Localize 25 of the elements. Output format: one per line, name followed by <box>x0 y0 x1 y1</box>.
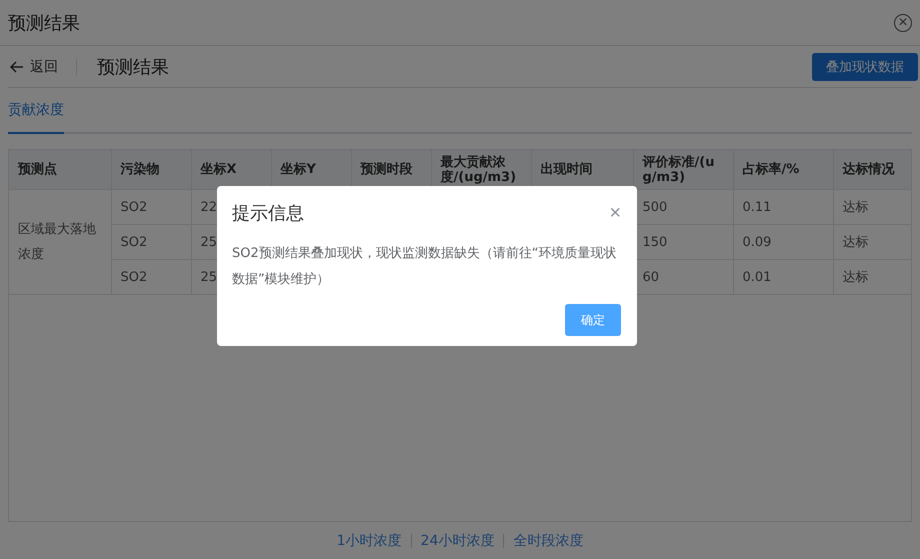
table-cell: SO2 <box>111 190 191 224</box>
tab[interactable]: 贡献浓度 <box>8 88 64 134</box>
table-cell: 0.09 <box>733 224 833 260</box>
table-cell: 0.11 <box>733 190 833 224</box>
close-button[interactable]: × <box>609 203 621 223</box>
column-header: 预测点 <box>9 150 111 190</box>
column-header: 污染物 <box>111 150 191 190</box>
period-link[interactable]: 1小时浓度 <box>328 534 411 548</box>
back-button[interactable]: 返回 <box>8 58 77 74</box>
column-header: 评价标准/(ug/m3) <box>633 150 733 190</box>
table-cell: SO2 <box>111 224 191 260</box>
column-header: 占标率/% <box>733 150 833 190</box>
period-link[interactable]: 全时段浓度 <box>503 534 592 548</box>
close-button[interactable]: × <box>894 14 912 32</box>
left-arrow-icon <box>10 60 24 72</box>
table-cell: 0.01 <box>733 260 833 294</box>
overlay-data-button[interactable]: 叠加现状数据 <box>812 52 918 80</box>
column-header: 达标情况 <box>833 150 911 190</box>
table-cell: SO2 <box>111 260 191 294</box>
period-link[interactable]: 24小时浓度 <box>410 534 504 548</box>
page-title: 预测结果 <box>97 56 170 78</box>
window-title: 预测结果 <box>8 12 80 34</box>
confirm-button[interactable]: 确定 <box>565 304 621 336</box>
table-cell: 区域最大落地浓度 <box>9 190 111 294</box>
column-header: 坐标X <box>191 150 271 190</box>
